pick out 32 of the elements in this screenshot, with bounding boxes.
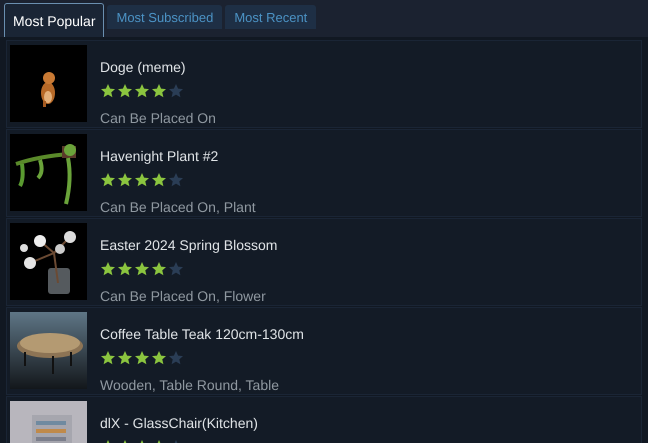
filled-star-icon	[100, 350, 116, 366]
filled-star-icon	[100, 172, 116, 188]
item-title[interactable]: Havenight Plant #2	[100, 146, 256, 167]
filled-star-icon	[117, 83, 133, 99]
item-title[interactable]: Coffee Table Teak 120cm-130cm	[100, 324, 304, 345]
filled-star-icon	[117, 172, 133, 188]
filled-star-icon	[151, 261, 167, 277]
tab[interactable]: Most Subscribed	[107, 5, 222, 29]
filled-star-icon	[151, 172, 167, 188]
filled-star-icon	[151, 83, 167, 99]
filled-star-icon	[117, 350, 133, 366]
item-tags: Can Be Placed On	[100, 108, 216, 129]
filled-star-icon	[151, 350, 167, 366]
filled-star-icon	[117, 261, 133, 277]
empty-star-icon	[168, 172, 184, 188]
item-title[interactable]: dlX - GlassChair(Kitchen)	[100, 413, 258, 434]
item-tags: Wooden, Table Round, Table	[100, 375, 304, 396]
empty-star-icon	[168, 83, 184, 99]
item-tags: Can Be Placed On, Flower	[100, 286, 278, 307]
item-title[interactable]: Doge (meme)	[100, 57, 216, 78]
filled-star-icon	[100, 261, 116, 277]
item-tags: Can Be Placed On, Plant	[100, 197, 256, 218]
empty-star-icon	[168, 350, 184, 366]
filled-star-icon	[134, 83, 150, 99]
filled-star-icon	[134, 350, 150, 366]
filled-star-icon	[134, 172, 150, 188]
filled-star-icon	[134, 261, 150, 277]
tab[interactable]: Most Recent	[225, 5, 316, 29]
empty-star-icon	[168, 261, 184, 277]
tab[interactable]: Most Popular	[4, 3, 104, 37]
item-title[interactable]: Easter 2024 Spring Blossom	[100, 235, 278, 256]
filled-star-icon	[100, 83, 116, 99]
